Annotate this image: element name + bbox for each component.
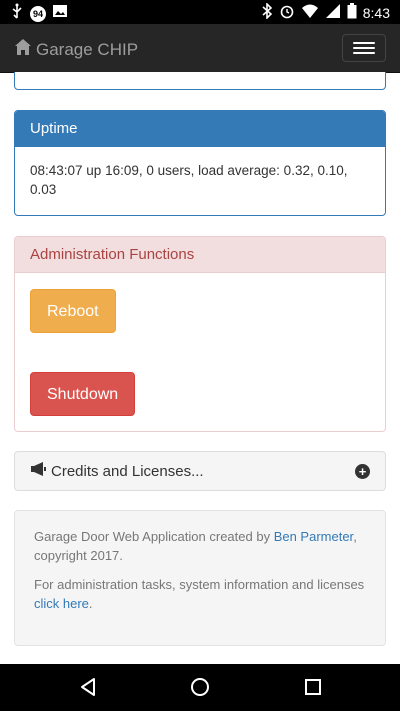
image-icon [52, 3, 68, 24]
previous-panel [14, 72, 386, 90]
signal-icon [325, 3, 341, 22]
menu-toggle-button[interactable] [342, 34, 386, 62]
bluetooth-icon [261, 2, 273, 22]
notification-badge-icon: 94 [30, 5, 46, 22]
credits-title: Credits and Licenses... [51, 462, 204, 480]
usb-icon [10, 3, 24, 24]
system-navigation-bar [0, 664, 400, 711]
home-icon [14, 38, 32, 61]
alarm-icon [279, 3, 295, 22]
footer-well: Garage Door Web Application created by B… [14, 510, 386, 646]
brand-title: Garage CHIP [36, 39, 139, 59]
reboot-button[interactable]: Reboot [30, 289, 116, 333]
brand-link[interactable]: Garage CHIP [14, 38, 138, 61]
wifi-icon [301, 3, 319, 22]
credits-panel-toggle[interactable]: Credits and Licenses... + [14, 451, 386, 491]
admin-text: For administration tasks, system informa… [34, 577, 365, 611]
click-here-link[interactable]: click here [34, 596, 89, 611]
back-icon[interactable] [77, 676, 99, 698]
home-circle-icon[interactable] [189, 676, 211, 698]
uptime-heading: Uptime [15, 111, 385, 147]
author-link[interactable]: Ben Parmeter [274, 529, 354, 544]
plus-circle-icon[interactable]: + [355, 464, 370, 479]
battery-icon [347, 3, 357, 22]
status-bar: 94 8:43 [0, 0, 400, 24]
admin-heading: Administration Functions [15, 237, 385, 273]
megaphone-icon [30, 462, 47, 480]
uptime-panel: Uptime 08:43:07 up 16:09, 0 users, load … [14, 110, 386, 216]
clock-time: 8:43 [362, 4, 390, 21]
credits-text: Garage Door Web Application created by B… [34, 529, 357, 563]
top-navbar: Garage CHIP [0, 24, 400, 73]
main-content[interactable]: Uptime 08:43:07 up 16:09, 0 users, load … [0, 72, 400, 664]
hamburger-icon [353, 42, 375, 44]
recent-apps-icon[interactable] [302, 676, 324, 698]
admin-panel: Administration Functions Reboot Shutdown [14, 236, 386, 432]
uptime-text: 08:43:07 up 16:09, 0 users, load average… [30, 163, 348, 197]
shutdown-button[interactable]: Shutdown [30, 372, 136, 416]
